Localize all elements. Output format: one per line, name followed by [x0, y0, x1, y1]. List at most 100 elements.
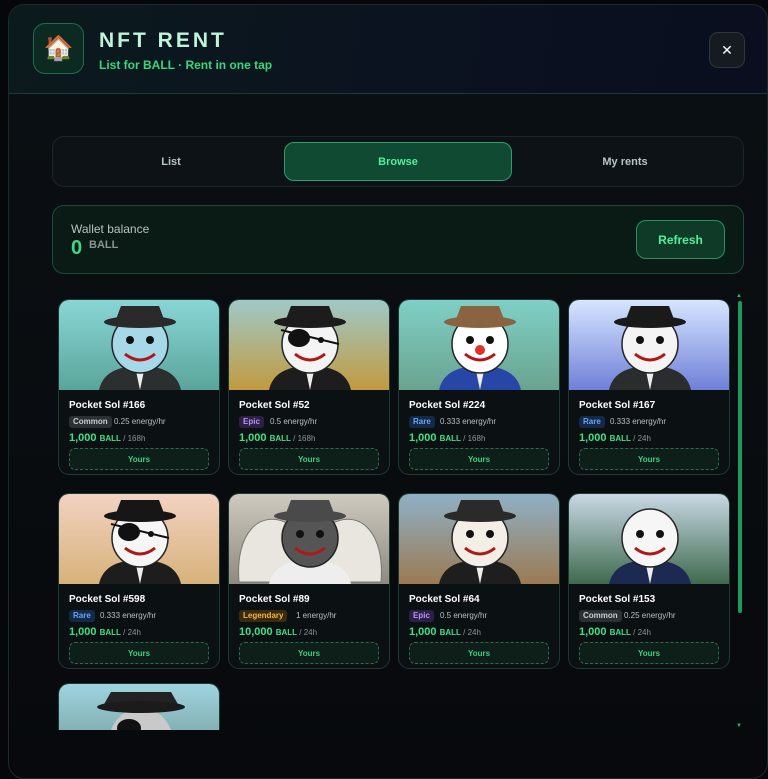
rarity-badge: Epic	[409, 610, 434, 622]
modal-subtitle: List for BALL · Rent in one tap	[99, 58, 273, 72]
energy-rate: 0.333 energy/hr	[610, 417, 667, 426]
scroll-up-arrow-icon[interactable]: ▲	[736, 293, 742, 299]
wallet-balance-label: Wallet balance	[71, 222, 150, 236]
price-unit: BALL	[99, 434, 121, 443]
nft-card[interactable]: Pocket Sol #89 Legendary 1 energy/hr 10,000…	[228, 493, 390, 669]
price-unit: BALL	[269, 434, 291, 443]
house-icon: 🏠	[33, 23, 84, 74]
energy-rate: 0.5 energy/hr	[270, 417, 318, 426]
nft-name: Pocket Sol #598	[69, 594, 146, 605]
rarity-badge: Epic	[239, 416, 264, 428]
rent-price: 1,000 BALL / 24h	[579, 432, 651, 444]
nft-card[interactable]: Pocket Sol #153 Common 0.25 energy/hr 1,000…	[568, 493, 730, 669]
yours-button[interactable]: Yours	[579, 642, 719, 664]
rent-duration: / 24h	[460, 628, 481, 637]
price-value: 1,000	[69, 432, 97, 444]
nft-art	[569, 494, 729, 584]
nft-name: Pocket Sol #224	[409, 400, 486, 411]
wallet-balance-amount: 0	[71, 237, 83, 259]
nft-art	[399, 494, 559, 584]
yours-button[interactable]: Yours	[409, 642, 549, 664]
price-value: 1,000	[239, 432, 267, 444]
nft-card[interactable]: Pocket Sol #52 Epic 0.5 energy/hr 1,000 BAL…	[228, 299, 390, 475]
nft-art	[229, 494, 389, 584]
rarity-badge: Common	[579, 610, 622, 622]
energy-rate: 0.333 energy/hr	[440, 417, 497, 426]
yours-button[interactable]: Yours	[69, 642, 209, 664]
price-value: 1,000	[579, 626, 607, 638]
rent-duration: / 168h	[460, 434, 486, 443]
nft-grid: Pocket Sol #166 Common 0.25 energy/hr 1,000…	[58, 295, 738, 730]
close-icon: ✕	[721, 41, 733, 58]
rarity-badge: Rare	[409, 416, 435, 428]
price-unit: BALL	[275, 628, 298, 637]
nft-art	[399, 300, 559, 390]
rent-duration: / 24h	[120, 628, 141, 637]
energy-rate: 0.25 energy/hr	[624, 611, 676, 620]
scroll-down-arrow-icon[interactable]: ▼	[736, 723, 742, 729]
nft-name: Pocket Sol #52	[239, 400, 310, 411]
nft-name: Pocket Sol #153	[579, 594, 656, 605]
tab-my-rents[interactable]: My rents	[512, 142, 738, 181]
nft-card[interactable]: Pocket Sol #64 Epic 0.5 energy/hr 1,000 BAL…	[398, 493, 560, 669]
energy-rate: 0.333 energy/hr	[100, 611, 157, 620]
price-value: 1,000	[409, 626, 437, 638]
price-unit: BALL	[99, 628, 121, 637]
tab-browse[interactable]: Browse	[284, 142, 512, 181]
rarity-badge: Legendary	[239, 610, 288, 622]
close-button[interactable]: ✕	[709, 32, 745, 68]
price-value: 1,000	[69, 626, 97, 638]
rent-price: 1,000 BALL / 168h	[239, 432, 315, 444]
yours-button[interactable]: Yours	[579, 448, 719, 470]
rent-price: 1,000 BALL / 168h	[69, 432, 145, 444]
nft-name: Pocket Sol #64	[409, 594, 480, 605]
rarity-badge: Rare	[69, 610, 95, 622]
wallet-panel: Wallet balance 0 BALL Refresh	[52, 205, 744, 274]
nft-card[interactable]: Pocket Sol #224 Rare 0.333 energy/hr 1,000 …	[398, 299, 560, 475]
rent-price: 10,000 BALL / 24h	[239, 626, 317, 638]
nft-name: Pocket Sol #167	[579, 400, 656, 411]
nft-art	[59, 494, 219, 584]
nft-card[interactable]: Pocket Sol #167 Rare 0.333 energy/hr 1,000 …	[568, 299, 730, 475]
nft-card[interactable]: Pocket Sol #598 Rare 0.333 energy/hr 1,000 …	[58, 493, 220, 669]
energy-rate: 1 energy/hr	[296, 611, 337, 620]
nft-art	[59, 300, 219, 390]
yours-button[interactable]: Yours	[239, 642, 379, 664]
rent-duration: / 24h	[630, 628, 651, 637]
yours-button[interactable]: Yours	[409, 448, 549, 470]
rarity-badge: Common	[69, 416, 112, 428]
nft-art	[59, 684, 219, 730]
tab-bar: List Browse My rents	[52, 136, 744, 187]
nft-rent-modal: 🏠 NFT RENT List for BALL · Rent in one t…	[8, 4, 768, 779]
rent-duration: / 24h	[297, 628, 318, 637]
yours-button[interactable]: Yours	[69, 448, 209, 470]
price-unit: BALL	[439, 434, 461, 443]
nft-art	[229, 300, 389, 390]
tab-list[interactable]: List	[58, 142, 284, 181]
price-value: 10,000	[239, 626, 273, 638]
nft-art	[569, 300, 729, 390]
rent-duration: / 168h	[290, 434, 316, 443]
rent-duration: / 168h	[120, 434, 146, 443]
energy-rate: 0.25 energy/hr	[114, 417, 166, 426]
nft-name: Pocket Sol #166	[69, 400, 146, 411]
wallet-balance-unit: BALL	[89, 239, 119, 251]
rent-price: 1,000 BALL / 168h	[409, 432, 485, 444]
nft-name: Pocket Sol #89	[239, 594, 310, 605]
energy-rate: 0.5 energy/hr	[440, 611, 488, 620]
rent-price: 1,000 BALL / 24h	[409, 626, 481, 638]
rent-price: 1,000 BALL / 24h	[579, 626, 651, 638]
refresh-button[interactable]: Refresh	[636, 220, 725, 259]
price-unit: BALL	[609, 628, 631, 637]
modal-header: 🏠 NFT RENT List for BALL · Rent in one t…	[9, 5, 767, 94]
modal-title: NFT RENT	[99, 29, 227, 52]
rarity-badge: Rare	[579, 416, 605, 428]
price-unit: BALL	[609, 434, 631, 443]
rent-price: 1,000 BALL / 24h	[69, 626, 141, 638]
price-value: 1,000	[409, 432, 437, 444]
nft-card-partial[interactable]	[58, 683, 220, 730]
scrollbar-thumb[interactable]	[738, 301, 742, 613]
price-unit: BALL	[439, 628, 461, 637]
yours-button[interactable]: Yours	[239, 448, 379, 470]
nft-card[interactable]: Pocket Sol #166 Common 0.25 energy/hr 1,000…	[58, 299, 220, 475]
